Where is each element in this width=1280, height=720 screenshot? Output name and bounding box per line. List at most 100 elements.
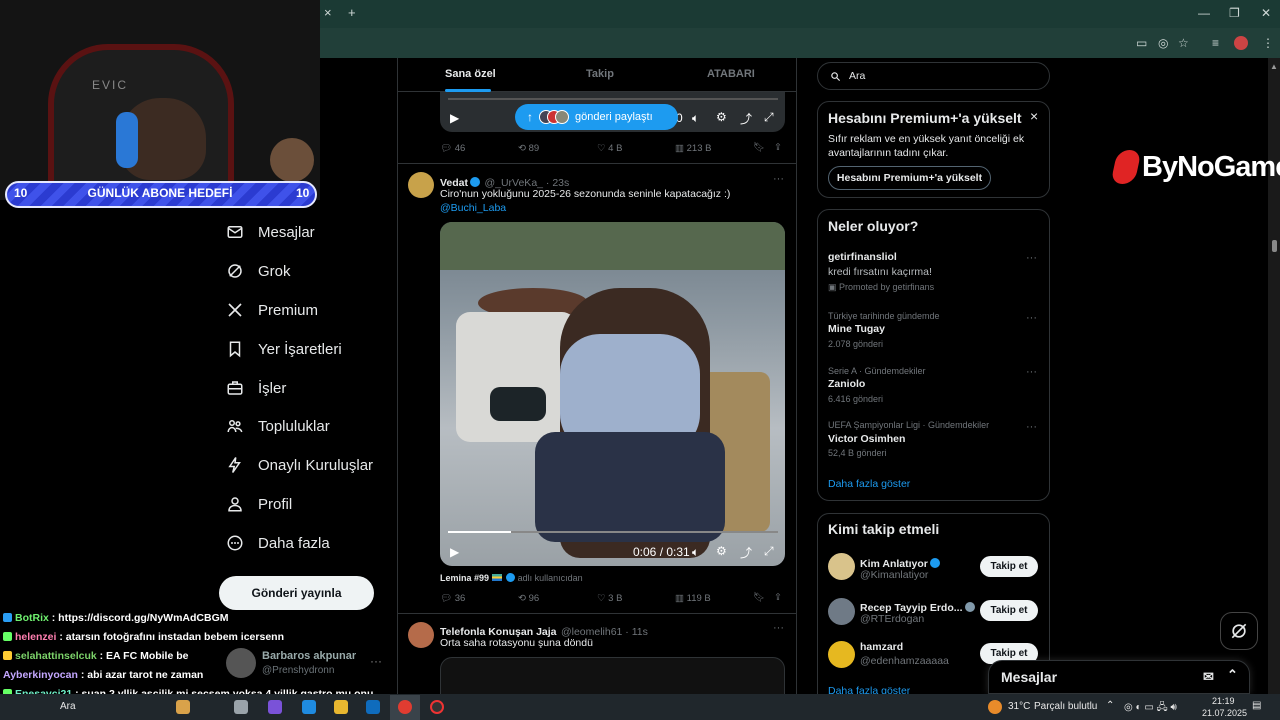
views-action[interactable]: ▥ 119 B bbox=[675, 593, 711, 604]
star-icon[interactable]: ☆ bbox=[1178, 36, 1189, 50]
share-pill[interactable]: ↑ gönderi paylaştı bbox=[515, 104, 678, 130]
browser-menu-icon[interactable]: ⋮ bbox=[1262, 36, 1274, 50]
taskbar-widget-icon[interactable] bbox=[176, 700, 190, 714]
promo-name[interactable]: getirfinansliol bbox=[828, 251, 897, 263]
nav-more[interactable]: Daha fazla bbox=[226, 528, 330, 558]
trend-name[interactable]: Victor Osimhen bbox=[828, 433, 905, 445]
outlook-icon[interactable] bbox=[366, 700, 380, 714]
popout-icon[interactable]: ⤴ bbox=[740, 110, 752, 127]
copilot-icon[interactable] bbox=[268, 700, 282, 714]
nav-profile[interactable]: Profil bbox=[226, 489, 292, 519]
reading-list-icon[interactable]: ≡ bbox=[1212, 36, 1219, 50]
premium-upgrade-button[interactable]: Hesabını Premium+'a yükselt bbox=[828, 166, 991, 190]
like-action[interactable]: ♡ 4 B bbox=[597, 143, 622, 154]
taskview-icon[interactable] bbox=[234, 700, 248, 714]
edge-icon[interactable] bbox=[302, 700, 316, 714]
nav-bookmarks[interactable]: Yer İşaretleri bbox=[226, 334, 342, 364]
account-avatar[interactable] bbox=[226, 648, 256, 678]
play-icon[interactable]: ▶ bbox=[450, 545, 459, 559]
follow-show-more[interactable]: Daha fazla göster bbox=[828, 685, 910, 694]
taskbar-search[interactable]: Ara bbox=[60, 701, 76, 712]
post3-avatar[interactable] bbox=[408, 622, 434, 648]
obs-icon[interactable] bbox=[430, 700, 444, 714]
weather-text[interactable]: Parçalı bulutlu bbox=[1034, 701, 1097, 712]
follow-name[interactable]: hamzard bbox=[860, 641, 903, 653]
views-action[interactable]: ▥ 213 B bbox=[675, 143, 711, 154]
repost-action[interactable]: ⟲ 89 bbox=[518, 143, 539, 154]
post2-mention[interactable]: @Buchi_Laba bbox=[440, 202, 506, 214]
chrome-icon[interactable] bbox=[398, 700, 412, 714]
trend-more-icon[interactable]: ··· bbox=[1026, 421, 1037, 433]
popout-icon[interactable]: ⤴ bbox=[740, 544, 752, 561]
window-close-icon[interactable]: ✕ bbox=[1261, 6, 1271, 20]
nav-verified-orgs[interactable]: Onaylı Kuruluşlar bbox=[226, 450, 373, 480]
trend-name[interactable]: Zaniolo bbox=[828, 378, 865, 390]
messages-dock[interactable]: Mesajlar ✉ ⌃ bbox=[988, 660, 1250, 694]
nav-communities[interactable]: Topluluklar bbox=[226, 411, 330, 441]
repost-action[interactable]: ⟲ 96 bbox=[518, 593, 539, 604]
fullscreen-icon[interactable]: ⤢ bbox=[764, 110, 774, 125]
post2-video[interactable] bbox=[440, 222, 785, 566]
tab-following[interactable]: Takip bbox=[586, 68, 614, 80]
restore-icon[interactable]: ❐ bbox=[1229, 6, 1240, 20]
follow-button[interactable]: Takip et bbox=[980, 556, 1038, 577]
cast-icon[interactable]: ▭ bbox=[1136, 36, 1147, 50]
play-icon[interactable]: ▶ bbox=[450, 111, 459, 125]
premium-close-icon[interactable]: × bbox=[1030, 108, 1038, 124]
scroll-up-icon[interactable]: ▲ bbox=[1270, 62, 1278, 71]
follow-avatar[interactable] bbox=[828, 598, 855, 625]
source-name[interactable]: Lemina #99 bbox=[440, 573, 489, 583]
volume-icon[interactable]: 🔈︎ bbox=[692, 111, 699, 126]
eye-off-icon[interactable]: ◎ bbox=[1158, 36, 1168, 50]
share-icon[interactable]: ⇪ bbox=[774, 142, 782, 153]
explorer-icon[interactable] bbox=[334, 700, 348, 714]
new-tab-icon[interactable]: + bbox=[348, 5, 356, 20]
follow-avatar[interactable] bbox=[828, 553, 855, 580]
clock-date[interactable]: 21.07.2025 bbox=[1202, 708, 1247, 718]
trend-more-icon[interactable]: ··· bbox=[1026, 366, 1037, 378]
like-action[interactable]: ♡ 3 B bbox=[597, 593, 622, 604]
fullscreen-icon[interactable]: ⤢ bbox=[764, 544, 774, 559]
close-tab-icon[interactable]: × bbox=[324, 5, 332, 20]
post3-media[interactable] bbox=[440, 657, 785, 694]
volume-icon[interactable]: 🔈︎ bbox=[692, 545, 699, 560]
account-name[interactable]: Barbaros akpunar bbox=[262, 650, 356, 662]
trend-more-icon[interactable]: ··· bbox=[1026, 312, 1037, 324]
tray-overflow-icon[interactable]: ⌃ bbox=[1106, 700, 1114, 711]
account-more-icon[interactable]: ··· bbox=[370, 654, 382, 668]
bookmark-icon[interactable]: 🔖︎ bbox=[753, 142, 765, 153]
tab-atabari[interactable]: ATABARI bbox=[707, 68, 755, 80]
tab-for-you[interactable]: Sana özel bbox=[445, 68, 496, 80]
clock-time[interactable]: 21:19 bbox=[1212, 696, 1235, 706]
weather-temp[interactable]: 31°C bbox=[1008, 701, 1030, 712]
expand-icon[interactable]: ⌃ bbox=[1227, 667, 1238, 683]
post2-more-icon[interactable]: ··· bbox=[773, 173, 784, 185]
nav-premium[interactable]: Premium bbox=[226, 295, 318, 325]
post3-more-icon[interactable]: ··· bbox=[773, 622, 784, 634]
tray-icons[interactable]: ◎ ◐ ▭ 🖧︎ 🔊︎ bbox=[1124, 700, 1177, 717]
grok-float-button[interactable] bbox=[1220, 612, 1258, 650]
trends-show-more[interactable]: Daha fazla göster bbox=[828, 478, 910, 490]
post1-progress-track[interactable] bbox=[448, 98, 778, 100]
reply-action[interactable]: 💬︎ 36 bbox=[440, 593, 465, 604]
profile-avatar-icon[interactable] bbox=[1234, 36, 1248, 50]
search-box[interactable]: Ara bbox=[817, 62, 1050, 90]
new-message-icon[interactable]: ✉ bbox=[1203, 669, 1214, 685]
trend-name[interactable]: Mine Tugay bbox=[828, 323, 885, 335]
notification-icon[interactable]: ▤ bbox=[1252, 700, 1261, 711]
bookmark-icon[interactable]: 🔖︎ bbox=[753, 592, 765, 603]
follow-button[interactable]: Takip et bbox=[980, 600, 1038, 621]
follow-avatar[interactable] bbox=[828, 641, 855, 668]
minimize-icon[interactable]: — bbox=[1198, 6, 1210, 20]
scrollbar-thumb[interactable] bbox=[1272, 240, 1277, 252]
trend-more-icon[interactable]: ··· bbox=[1026, 252, 1037, 264]
nav-grok[interactable]: Grok bbox=[226, 256, 291, 286]
settings-icon[interactable]: ⚙ bbox=[716, 544, 727, 558]
nav-jobs[interactable]: İşler bbox=[226, 373, 286, 403]
post-button[interactable]: Gönderi yayınla bbox=[219, 576, 374, 610]
nav-messages[interactable]: Mesajlar bbox=[226, 217, 315, 247]
post2-avatar[interactable] bbox=[408, 172, 434, 198]
share-icon[interactable]: ⇪ bbox=[774, 592, 782, 603]
reply-action[interactable]: 💬︎ 46 bbox=[440, 143, 465, 154]
settings-icon[interactable]: ⚙ bbox=[716, 110, 727, 124]
